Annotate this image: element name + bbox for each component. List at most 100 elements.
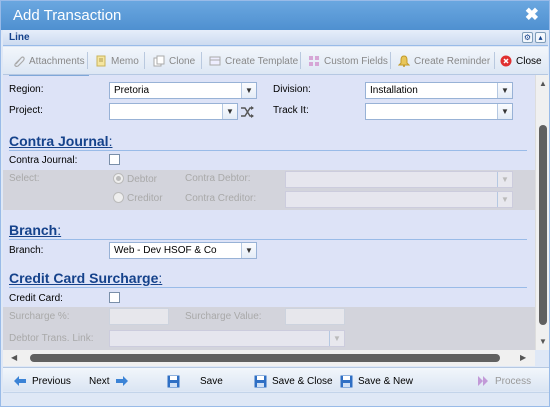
clone-icon bbox=[153, 55, 165, 67]
project-label: Project: bbox=[9, 105, 43, 116]
floppy-disk-icon bbox=[340, 375, 353, 387]
toolbar: Attachments Memo Clone Create Template C… bbox=[3, 47, 548, 75]
branch-select[interactable]: Web - Dev HSOF & Co ▼ bbox=[109, 242, 257, 259]
creditor-radio-label: Creditor bbox=[127, 193, 163, 204]
custom-fields-button[interactable]: Custom Fields bbox=[308, 52, 388, 70]
custom-fields-icon bbox=[309, 56, 319, 66]
memo-button[interactable]: Memo bbox=[95, 52, 139, 70]
panel-title: Line bbox=[9, 32, 30, 43]
branch-heading-text: Branch bbox=[9, 222, 58, 238]
save-and-new-label: Save & New bbox=[358, 375, 414, 387]
branch-heading: Branch: bbox=[9, 222, 61, 238]
memo-label: Memo bbox=[111, 55, 139, 67]
tab-underline bbox=[9, 75, 89, 76]
chevron-down-icon[interactable]: ▼ bbox=[497, 192, 512, 207]
contra-creditor-select[interactable]: ▼ bbox=[285, 191, 513, 208]
section-divider bbox=[9, 150, 527, 151]
contra-journal-checkbox-label: Contra Journal: bbox=[9, 155, 78, 166]
toolbar-separator bbox=[144, 52, 145, 69]
credit-card-heading-colon: : bbox=[158, 270, 163, 286]
shuffle-icon[interactable] bbox=[240, 105, 255, 119]
chevron-down-icon[interactable]: ▼ bbox=[241, 83, 256, 98]
contra-journal-heading-colon: : bbox=[108, 133, 113, 149]
create-reminder-label: Create Reminder bbox=[414, 55, 491, 67]
chevron-down-icon[interactable]: ▼ bbox=[497, 172, 512, 187]
contra-journal-checkbox[interactable] bbox=[109, 154, 120, 165]
save-button[interactable]: Save bbox=[167, 373, 223, 389]
chevron-down-icon[interactable]: ▼ bbox=[329, 331, 344, 346]
chevron-down-icon[interactable]: ▼ bbox=[241, 243, 256, 258]
close-button[interactable]: Close bbox=[500, 52, 542, 70]
region-value: Pretoria bbox=[114, 85, 150, 96]
region-select[interactable]: Pretoria ▼ bbox=[109, 82, 257, 99]
close-label: Close bbox=[516, 55, 542, 67]
window-title: Add Transaction bbox=[13, 7, 122, 24]
division-select[interactable]: Installation ▼ bbox=[365, 82, 513, 99]
vertical-scrollbar[interactable]: ▲ ▼ bbox=[535, 75, 549, 350]
contra-debtor-select[interactable]: ▼ bbox=[285, 171, 513, 188]
bell-icon bbox=[398, 55, 410, 67]
clone-label: Clone bbox=[169, 55, 196, 67]
create-template-label: Create Template bbox=[225, 55, 299, 67]
arrow-right-icon bbox=[115, 376, 128, 386]
branch-value: Web - Dev HSOF & Co bbox=[114, 245, 217, 256]
process-button[interactable]: Process bbox=[477, 373, 531, 389]
process-label: Process bbox=[495, 375, 532, 387]
panel-settings-icon[interactable]: ⚙ bbox=[522, 32, 533, 43]
scroll-down-icon[interactable]: ▼ bbox=[539, 337, 547, 346]
horizontal-scrollbar[interactable]: ◀ ▶ bbox=[3, 350, 535, 366]
status-bar bbox=[3, 392, 549, 406]
save-and-close-button[interactable]: Save & Close bbox=[254, 373, 333, 389]
debtor-trans-link-select[interactable]: ▼ bbox=[109, 330, 345, 347]
window-title-bar[interactable]: Add Transaction ✖ bbox=[1, 1, 549, 30]
scroll-left-icon[interactable]: ◀ bbox=[11, 353, 17, 362]
chevron-down-icon[interactable]: ▼ bbox=[497, 83, 512, 98]
paperclip-icon bbox=[14, 56, 25, 67]
contra-creditor-label: Contra Creditor: bbox=[185, 193, 257, 204]
surcharge-value-field[interactable] bbox=[285, 308, 345, 325]
line-panel-header: Line ⚙ ▴ bbox=[3, 30, 548, 46]
custom-fields-label: Custom Fields bbox=[324, 55, 388, 67]
floppy-disk-icon bbox=[254, 375, 267, 387]
credit-card-checkbox-label: Credit Card: bbox=[9, 293, 63, 304]
credit-card-surcharge-heading: Credit Card Surcharge: bbox=[9, 270, 162, 286]
division-value: Installation bbox=[370, 85, 418, 96]
clone-button[interactable]: Clone bbox=[153, 52, 195, 70]
credit-card-checkbox[interactable] bbox=[109, 292, 120, 303]
attachments-button[interactable]: Attachments bbox=[13, 52, 85, 70]
close-circle-icon bbox=[500, 55, 512, 67]
create-template-button[interactable]: Create Template bbox=[209, 52, 298, 70]
project-select[interactable]: ▼ bbox=[109, 103, 238, 120]
debtor-radio[interactable] bbox=[113, 173, 124, 184]
section-divider bbox=[9, 287, 527, 288]
toolbar-separator bbox=[300, 52, 301, 69]
previous-button[interactable]: Previous bbox=[13, 373, 71, 389]
horizontal-scroll-thumb[interactable] bbox=[30, 354, 500, 362]
panel-collapse-icon[interactable]: ▴ bbox=[535, 32, 546, 43]
scroll-right-icon[interactable]: ▶ bbox=[520, 353, 526, 362]
toolbar-separator bbox=[87, 52, 88, 69]
fast-forward-icon bbox=[478, 376, 488, 386]
trackit-select[interactable]: ▼ bbox=[365, 103, 513, 120]
vertical-scroll-thumb[interactable] bbox=[539, 125, 547, 325]
debtor-trans-link-label: Debtor Trans. Link: bbox=[9, 333, 94, 344]
creditor-radio[interactable] bbox=[113, 192, 124, 203]
bottom-action-bar: Previous Next Save Save & Close Save & N… bbox=[3, 367, 549, 391]
window-close-icon[interactable]: ✖ bbox=[525, 5, 539, 25]
chevron-down-icon[interactable]: ▼ bbox=[497, 104, 512, 119]
surcharge-percent-field[interactable] bbox=[109, 308, 169, 325]
chevron-down-icon[interactable]: ▼ bbox=[222, 104, 237, 119]
save-and-new-button[interactable]: Save & New bbox=[340, 373, 413, 389]
next-button[interactable]: Next bbox=[89, 373, 129, 389]
region-label: Region: bbox=[9, 84, 44, 95]
contra-journal-heading-text: Contra Journal bbox=[9, 133, 109, 149]
create-reminder-button[interactable]: Create Reminder bbox=[398, 52, 490, 70]
scroll-up-icon[interactable]: ▲ bbox=[539, 79, 547, 88]
attachments-label: Attachments bbox=[29, 55, 85, 67]
add-transaction-window: Add Transaction ✖ Line ⚙ ▴ Attachments M… bbox=[0, 0, 550, 407]
trackit-label: Track It: bbox=[273, 105, 309, 116]
contra-debtor-label: Contra Debtor: bbox=[185, 173, 251, 184]
memo-icon bbox=[96, 55, 106, 67]
select-label: Select: bbox=[9, 173, 40, 184]
save-label: Save bbox=[200, 375, 223, 387]
